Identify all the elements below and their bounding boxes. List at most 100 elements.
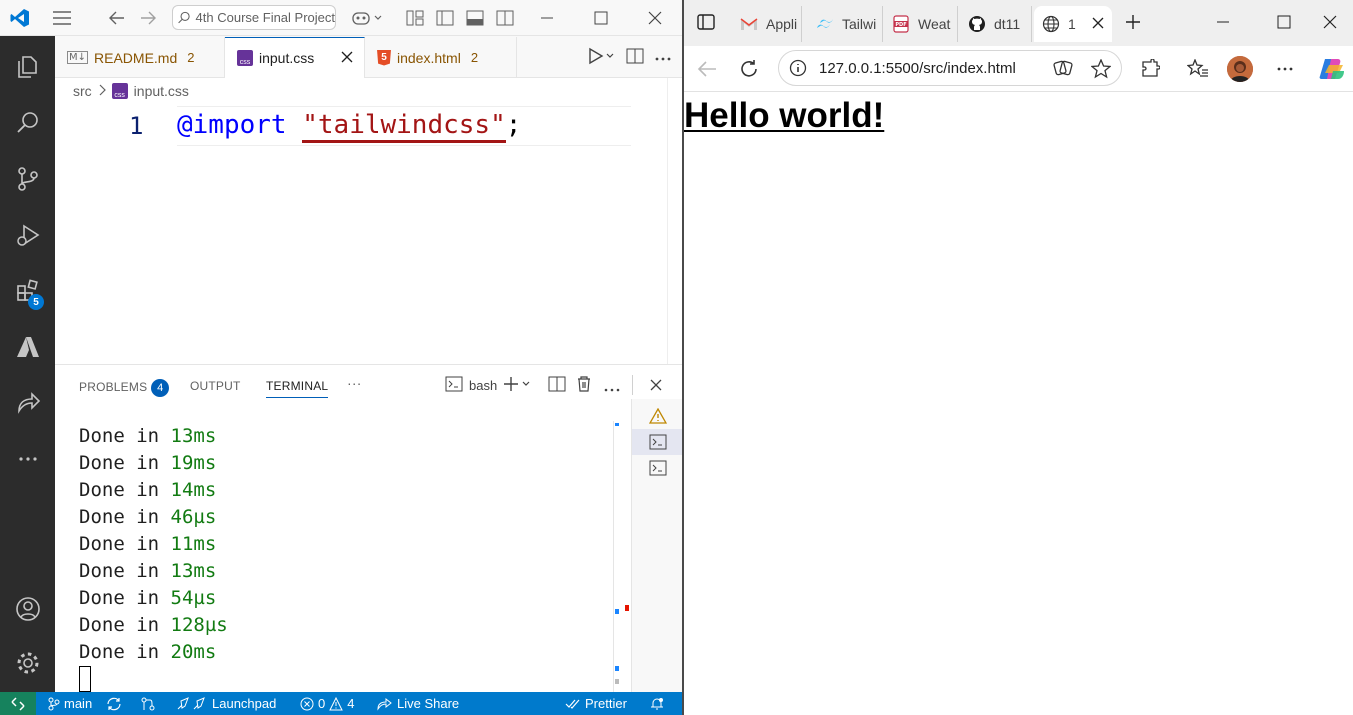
menu-icon[interactable]	[50, 7, 74, 29]
run-file-icon[interactable]	[586, 47, 616, 68]
maximize-icon[interactable]	[590, 7, 612, 29]
terminal-tab-2[interactable]	[632, 455, 683, 481]
layout-controls-icon[interactable]	[404, 7, 426, 29]
scroll-marker	[615, 609, 619, 614]
extensions-icon[interactable]: 5	[0, 266, 55, 316]
title-bar: 4th Course Final Project	[0, 0, 682, 36]
browser-tab-github[interactable]: dt11	[960, 6, 1032, 42]
error-count: 0	[318, 696, 326, 711]
prettier-status[interactable]: Prettier	[565, 692, 627, 715]
sync-icon[interactable]	[106, 692, 122, 715]
live-share-icon[interactable]	[0, 378, 55, 428]
minimize-icon[interactable]	[536, 7, 558, 29]
close-window-icon[interactable]	[1318, 10, 1342, 34]
app-available-icon[interactable]	[1053, 59, 1073, 81]
explorer-icon[interactable]	[0, 41, 55, 91]
editor-tabs: M↓ README.md 2 css input.css 5 index.htm…	[55, 37, 682, 78]
live-share-status[interactable]: Live Share	[377, 692, 459, 715]
address-bar[interactable]: 127.0.0.1:5500/src/index.html	[778, 50, 1122, 86]
panel-more-icon[interactable]: ···	[347, 375, 362, 391]
code-editor[interactable]: 1 @import "tailwindcss";	[55, 104, 667, 364]
tab-title: Weat	[918, 16, 951, 32]
toggle-panel-icon[interactable]	[464, 7, 486, 29]
git-graph-icon[interactable]	[141, 692, 155, 715]
browser-tab-active[interactable]: 1	[1034, 6, 1112, 42]
more-actions-icon[interactable]	[654, 50, 672, 65]
close-tab-icon[interactable]	[340, 50, 354, 67]
semicolon: ;	[505, 110, 522, 140]
terminal-cursor	[79, 666, 91, 692]
new-terminal-icon[interactable]	[503, 376, 533, 395]
tab-problems[interactable]: PROBLEMS 4	[79, 379, 170, 397]
launchpad-status[interactable]: Launchpad	[176, 692, 276, 715]
command-center-search[interactable]: 4th Course Final Project	[172, 5, 336, 30]
panel-more-actions-icon[interactable]	[604, 381, 620, 396]
tab-problem-count: 2	[470, 50, 479, 65]
tab-index-html[interactable]: 5 index.html 2	[365, 37, 517, 78]
vscode-window: 4th Course Final Project 5 M↓ README.md …	[0, 0, 683, 715]
terminal-shell-selector[interactable]: bash	[445, 376, 497, 395]
search-icon[interactable]	[0, 98, 55, 148]
account-icon[interactable]	[0, 584, 55, 634]
toggle-sidebar-icon[interactable]	[434, 7, 456, 29]
favorites-icon[interactable]	[1185, 56, 1211, 82]
problems-status[interactable]: 0 4	[300, 692, 354, 715]
extensions-puzzle-icon[interactable]	[1137, 56, 1163, 82]
terminal-line: Done in 20ms	[79, 639, 228, 666]
copilot-icon[interactable]	[350, 6, 386, 30]
tab-readme[interactable]: M↓ README.md 2	[55, 37, 225, 78]
browser-tab-pdf[interactable]: PDF Weat	[884, 6, 958, 42]
remote-indicator-icon[interactable]	[0, 692, 36, 715]
refresh-icon[interactable]	[736, 56, 762, 82]
run-debug-icon[interactable]	[0, 210, 55, 260]
profile-avatar[interactable]	[1227, 56, 1253, 82]
terminal-tab-warning[interactable]	[632, 403, 683, 429]
maximize-icon[interactable]	[1272, 10, 1296, 34]
toggle-secondary-sidebar-icon[interactable]	[494, 7, 516, 29]
close-tab-icon[interactable]	[1092, 16, 1104, 32]
notifications-bell-icon[interactable]	[650, 692, 664, 715]
line-number: 1	[129, 112, 144, 140]
breadcrumb-folder[interactable]: src	[73, 83, 92, 99]
terminal-line-time: 46µs	[170, 506, 217, 528]
azure-icon[interactable]	[0, 322, 55, 372]
tab-output[interactable]: OUTPUT	[190, 379, 241, 393]
tab-input-css[interactable]: css input.css	[225, 37, 365, 78]
browser-tab-strip: Appli Tailwi PDF Weat dt11 1	[684, 0, 1353, 46]
terminal-tab-1[interactable]	[632, 429, 683, 455]
back-arrow-icon[interactable]	[694, 56, 720, 82]
terminal-scrollbar[interactable]	[613, 421, 631, 693]
minimize-icon[interactable]	[1211, 10, 1235, 34]
more-icon[interactable]	[0, 434, 55, 484]
code-line-1[interactable]: @import "tailwindcss";	[177, 110, 522, 143]
terminal-line: Done in 13ms	[79, 423, 228, 450]
tab-terminal[interactable]: TERMINAL	[266, 379, 329, 398]
browser-tab-tailwind[interactable]: Tailwi	[808, 6, 883, 42]
close-window-icon[interactable]	[644, 7, 666, 29]
breadcrumb-file[interactable]: input.css	[134, 83, 189, 99]
vscode-logo-icon	[8, 6, 32, 30]
branch-status[interactable]: main	[48, 692, 92, 715]
settings-gear-icon[interactable]	[0, 638, 55, 688]
terminal-line: Done in 128µs	[79, 612, 228, 639]
split-editor-icon[interactable]	[626, 48, 644, 67]
settings-more-icon[interactable]	[1272, 56, 1298, 82]
tab-actions-icon[interactable]	[694, 10, 718, 34]
info-icon[interactable]	[789, 59, 807, 77]
new-tab-icon[interactable]	[1121, 10, 1145, 34]
source-control-icon[interactable]	[0, 154, 55, 204]
terminal-line-prefix: Done in	[79, 506, 171, 528]
terminal-line-time: 14ms	[170, 479, 217, 501]
copilot-icon[interactable]	[1319, 56, 1345, 82]
close-panel-icon[interactable]	[649, 378, 663, 395]
browser-tab-gmail[interactable]: Appli	[732, 6, 802, 42]
back-arrow-icon[interactable]	[106, 7, 128, 29]
editor-scrollbar[interactable]	[667, 78, 682, 364]
error-icon	[300, 697, 314, 710]
split-terminal-icon[interactable]	[548, 376, 566, 395]
terminal-output[interactable]: Done in 13ms Done in 19ms Done in 14ms Done…	[79, 423, 228, 666]
kill-terminal-icon[interactable]	[576, 375, 592, 396]
favorite-star-icon[interactable]	[1090, 58, 1112, 83]
forward-arrow-icon[interactable]	[137, 7, 159, 29]
page-heading: Hello world!	[684, 96, 885, 135]
